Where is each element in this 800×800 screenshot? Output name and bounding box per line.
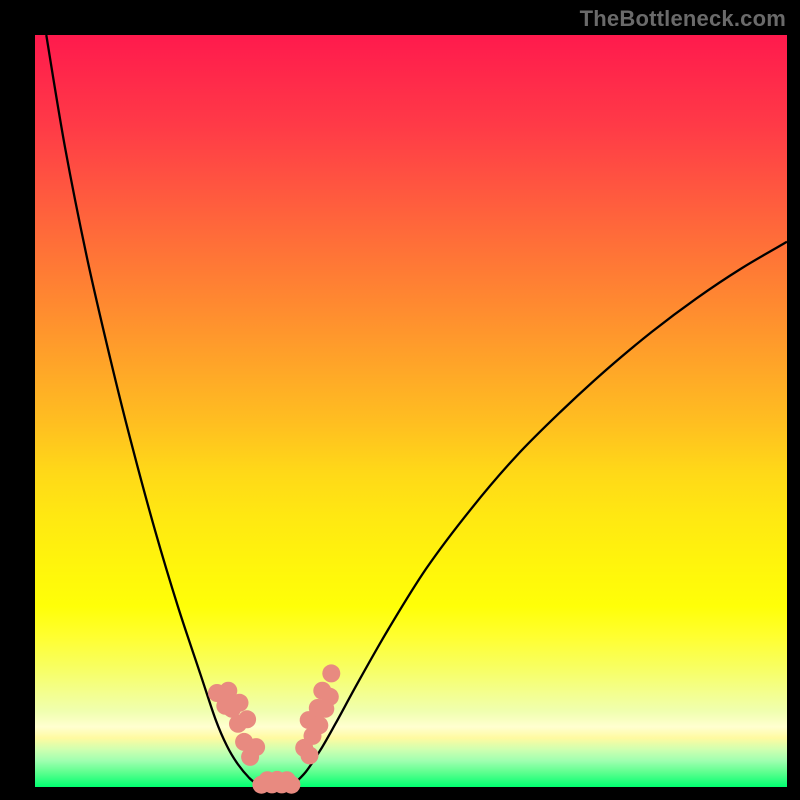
bottleneck-curve xyxy=(46,35,787,788)
data-marker xyxy=(321,688,339,706)
data-marker xyxy=(238,710,256,728)
data-marker xyxy=(247,738,265,756)
chart-svg xyxy=(0,0,800,800)
chart-frame: TheBottleneck.com xyxy=(0,0,800,800)
data-marker xyxy=(231,694,249,712)
data-marker xyxy=(282,776,300,794)
data-marker xyxy=(322,664,340,682)
data-marker xyxy=(310,716,328,734)
data-marker xyxy=(301,746,319,764)
